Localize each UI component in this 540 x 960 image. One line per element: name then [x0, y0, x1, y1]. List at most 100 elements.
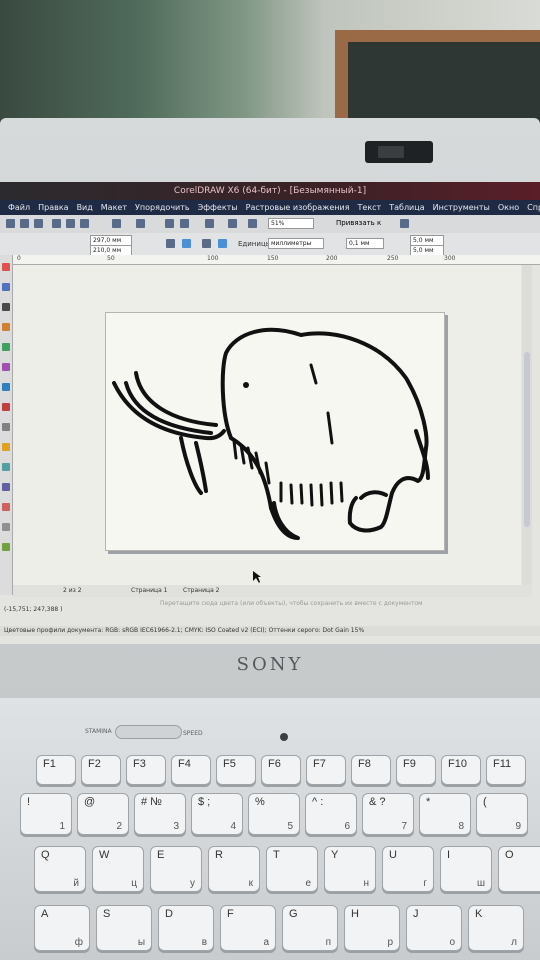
toolbox-tool-icon[interactable]	[2, 403, 10, 411]
snap-to-menu[interactable]: Привязать к	[336, 219, 381, 227]
portrait-icon[interactable]	[166, 239, 175, 248]
options-icon[interactable]	[400, 219, 409, 228]
letter-key[interactable]: Eу	[150, 846, 202, 892]
letter-key[interactable]: Uг	[382, 846, 434, 892]
new-document-icon[interactable]	[6, 219, 15, 228]
number-key[interactable]: ^ : 6	[305, 793, 357, 835]
letter-key[interactable]: Yн	[324, 846, 376, 892]
number-key[interactable]: (9	[476, 793, 528, 835]
letter-key[interactable]: Jо	[406, 905, 462, 951]
publish-pdf-icon[interactable]	[205, 219, 214, 228]
menu-item[interactable]: Правка	[38, 203, 68, 212]
key-primary-label: F11	[493, 758, 512, 770]
number-key[interactable]: @2	[77, 793, 129, 835]
function-key[interactable]: F6	[261, 755, 301, 785]
number-key[interactable]: ! 1	[20, 793, 72, 835]
function-key[interactable]: F11	[486, 755, 526, 785]
menu-item[interactable]: Таблица	[389, 203, 424, 212]
letter-key[interactable]: Gп	[282, 905, 338, 951]
menu-item[interactable]: Упорядочить	[135, 203, 190, 212]
menu-item[interactable]: Файл	[8, 203, 30, 212]
number-key[interactable]: # № 3	[134, 793, 186, 835]
units-select[interactable]: миллиметры	[268, 238, 324, 249]
toolbox-tool-icon[interactable]	[2, 463, 10, 471]
redo-icon[interactable]	[136, 219, 145, 228]
toolbox-tool-icon[interactable]	[2, 503, 10, 511]
letter-key[interactable]: Kл	[468, 905, 524, 951]
menu-item[interactable]: Макет	[101, 203, 127, 212]
cut-icon[interactable]	[52, 219, 61, 228]
toolbox-tool-icon[interactable]	[2, 523, 10, 531]
toolbox-tool-icon[interactable]	[2, 383, 10, 391]
ruler-tick-label: 100	[207, 255, 219, 262]
welcome-icon[interactable]	[248, 219, 257, 228]
zoom-level-select[interactable]: 51%	[268, 218, 314, 229]
letter-key[interactable]: Aф	[34, 905, 90, 951]
undo-icon[interactable]	[112, 219, 121, 228]
letter-key[interactable]: Dв	[158, 905, 214, 951]
number-key[interactable]: % 5	[248, 793, 300, 835]
toolbox-tool-icon[interactable]	[2, 483, 10, 491]
function-key[interactable]: F8	[351, 755, 391, 785]
copy-icon[interactable]	[66, 219, 75, 228]
toolbox-tool-icon[interactable]	[2, 343, 10, 351]
letter-key[interactable]: Tе	[266, 846, 318, 892]
save-icon[interactable]	[34, 219, 43, 228]
landscape-icon[interactable]	[182, 239, 191, 248]
letter-key[interactable]: O	[498, 846, 540, 892]
function-key[interactable]: F2	[81, 755, 121, 785]
letter-key[interactable]: Iш	[440, 846, 492, 892]
toolbox-tool-icon[interactable]	[2, 423, 10, 431]
number-key[interactable]: $ ; 4	[191, 793, 243, 835]
letter-key[interactable]: Qй	[34, 846, 86, 892]
key-secondary-label: 4	[230, 821, 236, 832]
toolbox-tool-icon[interactable]	[2, 263, 10, 271]
letter-key[interactable]: Rк	[208, 846, 260, 892]
toolbox-tool-icon[interactable]	[2, 363, 10, 371]
export-icon[interactable]	[180, 219, 189, 228]
function-key[interactable]: F7	[306, 755, 346, 785]
toolbox-tool-icon[interactable]	[2, 543, 10, 551]
number-key[interactable]: & ? 7	[362, 793, 414, 835]
menu-item[interactable]: Эффекты	[198, 203, 238, 212]
nudge-distance-field[interactable]: 0,1 мм	[346, 238, 384, 249]
menu-item[interactable]: Растровые изображения	[246, 203, 350, 212]
vertical-scroll-thumb[interactable]	[524, 352, 530, 527]
menu-item[interactable]: Окно	[498, 203, 519, 212]
menu-item[interactable]: Справка	[527, 203, 540, 212]
function-key[interactable]: F4	[171, 755, 211, 785]
letter-key[interactable]: Sы	[96, 905, 152, 951]
function-key[interactable]: F1	[36, 755, 76, 785]
key-secondary-label: й	[73, 878, 79, 889]
tab-page-1[interactable]: Страница 1	[131, 587, 167, 594]
letter-key[interactable]: Hр	[344, 905, 400, 951]
function-key[interactable]: F10	[441, 755, 481, 785]
function-key[interactable]: F9	[396, 755, 436, 785]
current-page-icon[interactable]	[218, 239, 227, 248]
paste-icon[interactable]	[80, 219, 89, 228]
letter-key[interactable]: Wц	[92, 846, 144, 892]
toolbox-tool-icon[interactable]	[2, 443, 10, 451]
key-secondary-label: 3	[173, 821, 179, 832]
all-pages-icon[interactable]	[202, 239, 211, 248]
menu-item[interactable]: Инструменты	[433, 203, 490, 212]
app-launcher-icon[interactable]	[228, 219, 237, 228]
horizontal-ruler: 0 50 100 150 200 250 300	[12, 255, 540, 265]
ruler-tick-label: 0	[17, 255, 21, 262]
letter-key[interactable]: Fа	[220, 905, 276, 951]
toolbox-tool-icon[interactable]	[2, 283, 10, 291]
key-secondary-label: в	[201, 937, 207, 948]
key-secondary-label: о	[449, 937, 455, 948]
tab-page-2[interactable]: Страница 2	[183, 587, 219, 594]
function-key[interactable]: F3	[126, 755, 166, 785]
open-icon[interactable]	[20, 219, 29, 228]
mammoth-drawing[interactable]	[106, 313, 444, 550]
number-key[interactable]: * 8	[419, 793, 471, 835]
import-icon[interactable]	[165, 219, 174, 228]
stamina-speed-switch[interactable]	[115, 725, 182, 739]
menu-item[interactable]: Текст	[358, 203, 382, 212]
function-key[interactable]: F5	[216, 755, 256, 785]
toolbox-tool-icon[interactable]	[2, 303, 10, 311]
menu-item[interactable]: Вид	[77, 203, 93, 212]
toolbox-tool-icon[interactable]	[2, 323, 10, 331]
